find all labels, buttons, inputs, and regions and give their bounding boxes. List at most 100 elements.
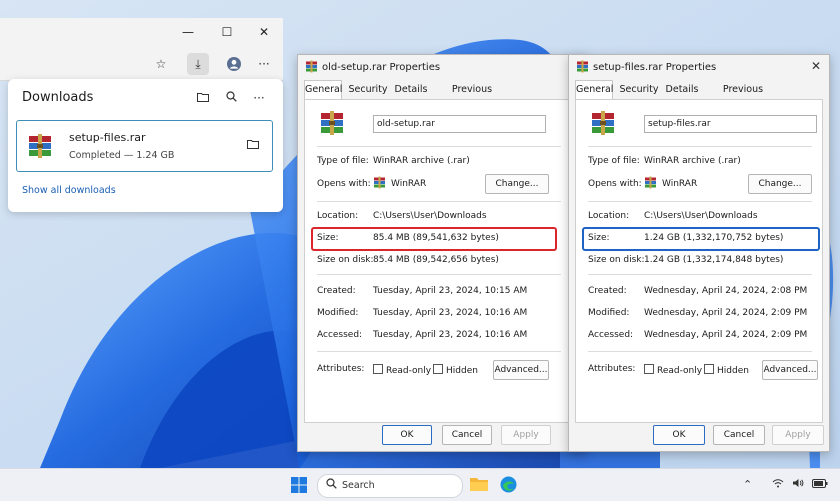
opens-with-value: WinRAR [373,176,426,192]
size-label: Size: [588,233,610,243]
ok-button[interactable]: OK [382,425,432,445]
more-options-icon[interactable]: ··· [250,89,268,107]
downloads-title: Downloads [22,90,94,105]
downloads-icon[interactable]: ⤓ [187,53,209,75]
read-only-label: Read-only [386,366,432,376]
taskbar: Search ⌃ [0,468,840,501]
battery-icon[interactable] [812,478,828,491]
advanced-button[interactable]: Advanced... [762,360,818,380]
cancel-button[interactable]: Cancel [442,425,492,445]
file-name-field[interactable]: setup-files.rar [644,115,817,133]
browser-titlebar: — ☐ ✕ [0,18,283,46]
download-item[interactable]: setup-files.rar Completed — 1.24 GB [16,120,273,172]
divider [317,274,561,275]
download-status: Completed — 1.24 GB [69,150,175,161]
tab-details[interactable]: Details [665,81,699,99]
general-pane: setup-files.rar Type of file: WinRAR arc… [575,99,823,423]
change-button[interactable]: Change... [485,174,549,194]
winrar-title-icon [305,60,318,76]
divider [588,201,812,202]
size-on-disk-label: Size on disk: [588,255,645,265]
download-file-name: setup-files.rar [69,131,146,144]
modified-value: Tuesday, April 23, 2024, 10:16 AM [373,308,528,318]
general-pane: old-setup.rar Type of file: WinRAR archi… [304,99,580,423]
apply-button[interactable]: Apply [772,425,824,445]
size-label: Size: [317,233,339,243]
hidden-checkbox[interactable]: Hidden [704,364,749,376]
divider [588,146,812,147]
edge-browser-icon[interactable] [500,476,517,496]
tab-security[interactable]: Security [348,81,388,99]
hidden-label: Hidden [717,366,749,376]
properties-dialog-old-setup: old-setup.rar Properties ✕ General Secur… [297,54,587,452]
location-value: C:\Users\User\Downloads [644,211,758,221]
windows-start-icon[interactable] [291,477,307,496]
close-icon[interactable]: ✕ [811,59,821,73]
file-name-field[interactable]: old-setup.rar [373,115,546,133]
opens-with-value: WinRAR [644,176,697,192]
accessed-value: Wednesday, April 24, 2024, 2:09 PM [644,330,808,340]
attributes-label: Attributes: [317,364,365,374]
created-value: Tuesday, April 23, 2024, 10:15 AM [373,286,528,296]
tab-general[interactable]: General [304,80,342,101]
ok-button[interactable]: OK [653,425,705,445]
open-folder-icon[interactable] [194,89,212,107]
opens-with-label: Opens with: [317,179,371,189]
read-only-checkbox[interactable]: Read-only [644,364,702,376]
show-in-folder-icon[interactable] [247,138,259,152]
wifi-icon[interactable] [772,478,784,491]
maximize-button[interactable]: ☐ [219,24,235,40]
accessed-label: Accessed: [588,330,634,340]
show-all-downloads-link[interactable]: Show all downloads [22,185,116,196]
downloads-panel: Downloads ··· setup-files.rar Completed … [8,79,283,212]
search-placeholder: Search [342,480,375,491]
created-value: Wednesday, April 24, 2024, 2:08 PM [644,286,808,296]
size-on-disk-value: 85.4 MB (89,542,656 bytes) [373,255,499,265]
taskbar-search[interactable]: Search [317,474,463,498]
volume-icon[interactable] [792,478,804,491]
file-explorer-icon[interactable] [470,476,488,495]
dialog-title: old-setup.rar Properties [322,62,441,73]
winrar-title-icon [576,60,589,76]
opens-with-app: WinRAR [662,179,698,189]
tab-security[interactable]: Security [619,81,659,99]
modified-label: Modified: [317,308,359,318]
type-label: Type of file: [588,156,640,166]
read-only-checkbox[interactable]: Read-only [373,364,431,376]
created-label: Created: [588,286,627,296]
browser-toolbar: ☆ ⤓ ··· [0,50,283,78]
winrar-file-icon [590,110,616,139]
tab-details[interactable]: Details [394,81,428,99]
winrar-file-icon [319,110,345,139]
chevron-up-icon[interactable]: ⌃ [743,478,752,491]
size-value: 85.4 MB (89,541,632 bytes) [373,233,499,243]
divider [588,274,812,275]
apply-button[interactable]: Apply [501,425,551,445]
opens-with-app: WinRAR [391,179,427,189]
change-button[interactable]: Change... [748,174,812,194]
location-label: Location: [588,211,630,221]
cancel-button[interactable]: Cancel [713,425,765,445]
tab-general[interactable]: General [575,80,613,101]
created-label: Created: [317,286,356,296]
winrar-app-icon [373,176,386,192]
modified-label: Modified: [588,308,630,318]
tab-previous-versions[interactable]: Previous Versions [434,81,510,113]
search-icon [326,478,337,492]
hidden-checkbox[interactable]: Hidden [433,364,478,376]
browser-window: — ☐ ✕ ☆ ⤓ ··· [0,18,283,81]
close-button[interactable]: ✕ [256,24,272,40]
profile-avatar-icon[interactable] [223,53,245,75]
attributes-label: Attributes: [588,364,636,374]
minimize-button[interactable]: — [180,24,196,40]
favorite-icon[interactable]: ☆ [150,53,172,75]
dialog-title: setup-files.rar Properties [593,62,717,73]
advanced-button[interactable]: Advanced... [493,360,549,380]
read-only-label: Read-only [657,366,703,376]
divider [588,351,812,352]
search-icon[interactable] [222,89,240,107]
location-label: Location: [317,211,359,221]
more-options-icon[interactable]: ··· [253,53,275,75]
hidden-label: Hidden [446,366,478,376]
tab-previous-versions[interactable]: Previous Versions [705,81,781,113]
